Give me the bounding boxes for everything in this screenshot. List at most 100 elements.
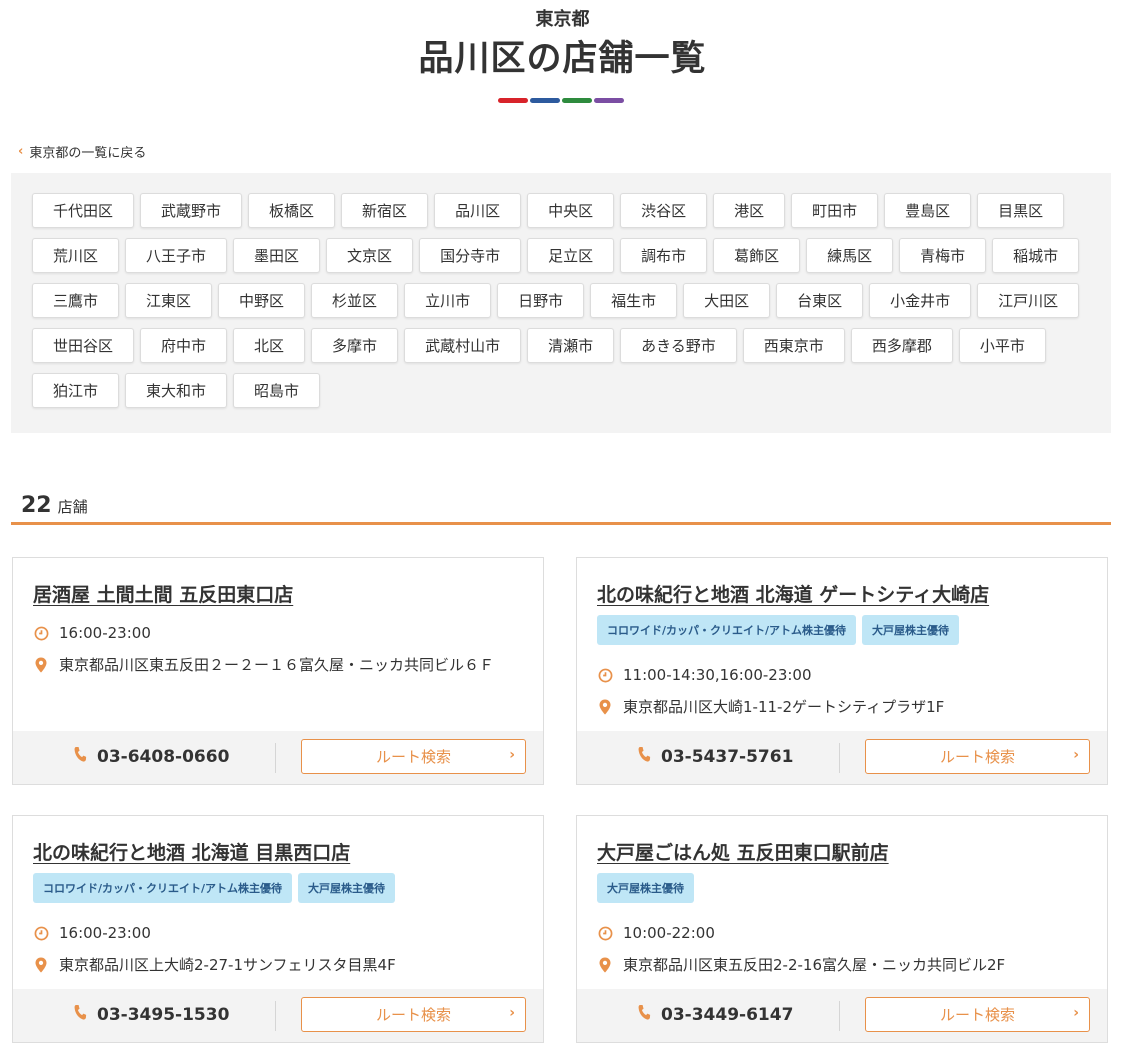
- hours-text: 11:00-14:30,16:00-23:00: [623, 666, 812, 684]
- area-button[interactable]: 小平市: [958, 328, 1046, 363]
- area-button[interactable]: 西多摩郡: [850, 328, 953, 363]
- area-button[interactable]: 江東区: [125, 283, 213, 318]
- area-button[interactable]: 武蔵野市: [140, 193, 243, 228]
- phone-icon: [73, 746, 87, 768]
- address-text: 東京都品川区東五反田2-2-16富久屋・ニッカ共同ビル2F: [623, 956, 1006, 974]
- store-name-link[interactable]: 大戸屋ごはん処 五反田東口駅前店: [597, 838, 889, 865]
- store-tags: コロワイド/カッパ・クリエイト/アトム株主優待 大戸屋株主優待: [597, 615, 960, 645]
- store-tags: コロワイド/カッパ・クリエイト/アトム株主優待 大戸屋株主優待: [33, 873, 396, 903]
- area-button[interactable]: 品川区: [434, 193, 522, 228]
- store-name-link[interactable]: 北の味紀行と地酒 北海道 目黒西口店: [33, 838, 350, 865]
- area-button[interactable]: 北区: [233, 328, 306, 363]
- address-text: 東京都品川区大崎1-11-2ゲートシティプラザ1F: [623, 698, 945, 716]
- store-count-unit: 店舗: [57, 498, 88, 516]
- phone-icon: [637, 746, 651, 768]
- area-button[interactable]: 板橋区: [248, 193, 336, 228]
- store-name-link[interactable]: 北の味紀行と地酒 北海道 ゲートシティ大崎店: [597, 580, 989, 607]
- store-address: 東京都品川区東五反田２ー２ー１６富久屋・ニッカ共同ビル６Ｆ: [33, 654, 494, 675]
- phone-link[interactable]: 03-5437-5761: [637, 746, 793, 768]
- route-search-button[interactable]: ルート検索 ›: [301, 739, 526, 774]
- area-button[interactable]: 江戸川区: [977, 283, 1080, 318]
- page-title: 品川区の店舗一覧: [418, 39, 707, 79]
- store-count-number: 22: [21, 493, 52, 518]
- area-button[interactable]: 青梅市: [899, 238, 987, 273]
- area-button[interactable]: 東大和市: [125, 373, 228, 408]
- area-button[interactable]: 文京区: [326, 238, 414, 273]
- prefecture-label: 東京都: [535, 9, 590, 30]
- area-button[interactable]: 荒川区: [32, 238, 120, 273]
- area-button[interactable]: 豊島区: [884, 193, 972, 228]
- phone-link[interactable]: 03-6408-0660: [73, 746, 229, 768]
- area-button[interactable]: 狛江市: [32, 373, 120, 408]
- area-button[interactable]: 中野区: [218, 283, 306, 318]
- store-card: 居酒屋 土間土間 五反田東口店 16:00-23:00 東京都品川区東五反田２ー２ー…: [12, 557, 544, 785]
- area-button[interactable]: 日野市: [497, 283, 585, 318]
- route-search-button[interactable]: ルート検索 ›: [301, 997, 526, 1032]
- phone-link[interactable]: 03-3449-6147: [637, 1004, 793, 1026]
- store-count: 22 店舗: [21, 493, 88, 518]
- back-to-prefecture-link[interactable]: ‹ 東京都の一覧に戻る: [18, 142, 146, 161]
- phone-number: 03-6408-0660: [97, 747, 230, 767]
- store-address: 東京都品川区東五反田2-2-16富久屋・ニッカ共同ビル2F: [597, 954, 1005, 975]
- area-button[interactable]: 立川市: [404, 283, 492, 318]
- area-button[interactable]: 大田区: [683, 283, 771, 318]
- area-button[interactable]: 西東京市: [742, 328, 845, 363]
- store-tags: 大戸屋株主優待: [597, 873, 694, 903]
- area-button[interactable]: 稲城市: [992, 238, 1080, 273]
- area-button[interactable]: 武蔵村山市: [404, 328, 522, 363]
- area-button[interactable]: 台東区: [776, 283, 864, 318]
- area-button[interactable]: 町田市: [791, 193, 879, 228]
- phone-number: 03-3449-6147: [661, 1005, 794, 1025]
- hours-text: 16:00-23:00: [59, 624, 151, 642]
- area-button[interactable]: 三鷹市: [32, 283, 120, 318]
- clock-icon: [33, 625, 49, 641]
- clock-icon: [33, 925, 49, 941]
- chevron-left-icon: ‹: [18, 144, 24, 159]
- route-search-button[interactable]: ルート検索 ›: [865, 997, 1090, 1032]
- area-button[interactable]: 昭島市: [233, 373, 321, 408]
- area-button[interactable]: 目黒区: [977, 193, 1065, 228]
- route-search-button[interactable]: ルート検索 ›: [865, 739, 1090, 774]
- phone-icon: [637, 1004, 651, 1026]
- area-button[interactable]: 中央区: [527, 193, 615, 228]
- color-bar-blue: [530, 98, 560, 103]
- benefit-tag: コロワイド/カッパ・クリエイト/アトム株主優待: [33, 873, 293, 903]
- area-button[interactable]: 墨田区: [233, 238, 321, 273]
- area-button[interactable]: 国分寺市: [419, 238, 522, 273]
- area-button[interactable]: 府中市: [140, 328, 228, 363]
- area-button[interactable]: 調布市: [620, 238, 708, 273]
- area-button[interactable]: 多摩市: [311, 328, 399, 363]
- benefit-tag: コロワイド/カッパ・クリエイト/アトム株主優待: [597, 615, 857, 645]
- area-button[interactable]: 渋谷区: [620, 193, 708, 228]
- area-button[interactable]: 葛飾区: [713, 238, 801, 273]
- card-footer: 03-6408-0660 ルート検索 ›: [13, 731, 543, 784]
- area-button[interactable]: 千代田区: [32, 193, 135, 228]
- card-footer: 03-3449-6147 ルート検索 ›: [577, 989, 1107, 1042]
- area-button[interactable]: 港区: [713, 193, 786, 228]
- area-button[interactable]: 杉並区: [311, 283, 399, 318]
- chevron-right-icon: ›: [509, 1005, 515, 1021]
- area-button[interactable]: あきる野市: [620, 328, 737, 363]
- store-name-link[interactable]: 居酒屋 土間土間 五反田東口店: [33, 580, 293, 607]
- area-button[interactable]: 小金井市: [869, 283, 972, 318]
- area-button[interactable]: 清瀬市: [527, 328, 615, 363]
- area-button[interactable]: 八王子市: [125, 238, 228, 273]
- area-button[interactable]: 福生市: [590, 283, 678, 318]
- phone-link[interactable]: 03-3495-1530: [73, 1004, 229, 1026]
- phone-number: 03-3495-1530: [97, 1005, 230, 1025]
- footer-divider: [839, 743, 840, 773]
- area-button[interactable]: 世田谷区: [32, 328, 135, 363]
- area-button[interactable]: 足立区: [527, 238, 615, 273]
- store-card: 北の味紀行と地酒 北海道 ゲートシティ大崎店 コロワイド/カッパ・クリエイト/アト…: [576, 557, 1108, 785]
- phone-icon: [73, 1004, 87, 1026]
- benefit-tag: 大戸屋株主優待: [298, 873, 396, 903]
- color-bar-purple: [594, 98, 624, 103]
- title-color-bars: [498, 98, 624, 103]
- phone-number: 03-5437-5761: [661, 747, 794, 767]
- footer-divider: [839, 1001, 840, 1031]
- store-hours: 11:00-14:30,16:00-23:00: [597, 666, 812, 684]
- chevron-right-icon: ›: [509, 747, 515, 763]
- area-button[interactable]: 練馬区: [806, 238, 894, 273]
- area-button[interactable]: 新宿区: [341, 193, 429, 228]
- map-pin-icon: [597, 956, 613, 973]
